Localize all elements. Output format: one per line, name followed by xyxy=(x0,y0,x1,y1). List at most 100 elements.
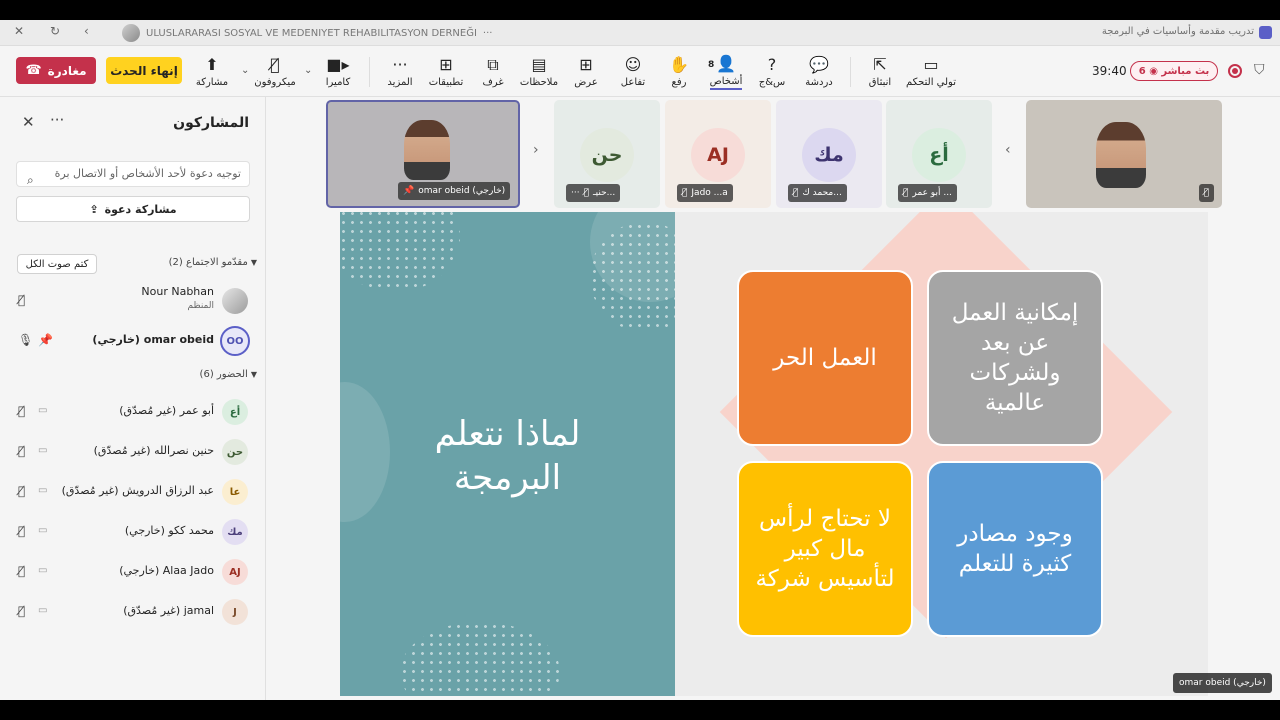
more-icon[interactable]: ··· xyxy=(571,188,580,198)
camera-off-icon: ▭ xyxy=(38,605,48,616)
apps-button[interactable]: ⊞ تطبيقات xyxy=(421,47,471,97)
mic-off-icon: 🎙̸ xyxy=(793,188,799,198)
teams-meeting-window: ✕ ↻ ‹ ULUSLARARASI SOSYAL VE MEDENIYET R… xyxy=(0,20,1280,700)
mic-off-icon: 🎙̸ xyxy=(18,444,26,458)
presenter-video xyxy=(404,120,450,180)
teams-logo-icon xyxy=(1259,26,1272,39)
meeting-toolbar: مغادرة ☎ إنهاء الحدث ⬆ مشاركة ⌄ 🎙̸ ميكرو… xyxy=(0,47,1280,97)
pin-icon[interactable]: 📌 xyxy=(38,333,53,347)
invite-search-input[interactable]: توجيه دعوة لأحد الأشخاص أو الاتصال برة ⌕ xyxy=(16,161,250,187)
slide-title-line: لماذا نتعلم xyxy=(434,414,581,454)
chevron-right-icon[interactable]: ‹ xyxy=(1005,142,1011,158)
participant-row[interactable]: مك محمد ككو (خارجي) ▭ 🎙̸ xyxy=(0,513,266,549)
smiley-icon: ☺ xyxy=(624,55,642,74)
avatar xyxy=(222,288,248,314)
mic-off-icon: 🎙̸ xyxy=(18,604,26,618)
rooms-button[interactable]: ⧉ غرف xyxy=(468,47,518,97)
presenters-header[interactable]: ▼ مقدّمو الاجتماع (2) xyxy=(169,257,257,268)
react-button[interactable]: ☺ تفاعل xyxy=(608,47,658,97)
pin-icon: 📌 xyxy=(403,186,415,196)
participant-video-tile[interactable]: AJ 🎙̸ Jado ...a xyxy=(665,100,771,208)
mic-off-icon: 🎙̸ xyxy=(270,55,280,74)
camera-button[interactable]: ■▸ كاميرا xyxy=(313,47,363,97)
mic-off-icon: 🎙̸ xyxy=(18,524,26,538)
add-app-icon: ⊞ xyxy=(439,55,453,74)
microphone-button[interactable]: 🎙̸ ميكروفون xyxy=(250,47,300,97)
people-label: أشخاص xyxy=(709,76,743,90)
back-icon[interactable]: ‹ xyxy=(84,24,89,38)
control-label: تولي التحكم xyxy=(906,77,956,88)
live-badge[interactable]: بث مباشر ◉ 6 xyxy=(1130,61,1218,81)
share-icon: ⇪ xyxy=(89,202,99,216)
participant-video-tile[interactable]: أع 🎙̸ أبو عمر ... xyxy=(886,100,992,208)
chat-icon: 💬 xyxy=(809,55,829,74)
view-label: عرض xyxy=(574,77,598,88)
share-invite-button[interactable]: مشاركة دعوة ⇪ xyxy=(16,196,250,222)
chat-button[interactable]: 💬 دردشة xyxy=(794,47,844,97)
avatar: AJ xyxy=(222,559,248,585)
chevron-left-icon[interactable]: › xyxy=(533,142,539,158)
live-label: بث مباشر xyxy=(1161,65,1210,77)
popout-button[interactable]: ⇱ انبثاق xyxy=(855,47,905,97)
close-icon[interactable]: ✕ xyxy=(14,24,24,38)
participant-row[interactable]: J jamal (غير مُصدّق) ▭ 🎙̸ xyxy=(0,593,266,629)
toolbar-divider xyxy=(850,57,851,87)
org-avatar xyxy=(122,24,140,42)
notes-button[interactable]: ▤ ملاحظات xyxy=(514,47,564,97)
mute-all-button[interactable]: كتم صوت الكل xyxy=(17,254,97,274)
refresh-icon[interactable]: ↻ xyxy=(50,24,60,38)
more-icon[interactable]: ··· xyxy=(483,28,493,39)
search-placeholder: توجيه دعوة لأحد الأشخاص أو الاتصال برة xyxy=(54,167,241,180)
slide-box-resources: وجود مصادر كثيرة للتعلم xyxy=(927,461,1103,637)
participant-row[interactable]: AJ Alaa Jado (خارجي) ▭ 🎙̸ xyxy=(0,553,266,589)
avatar: مك xyxy=(802,128,856,182)
grid-view-icon: ⊞ xyxy=(579,55,593,74)
chevron-down-icon[interactable]: ⌄ xyxy=(241,65,249,76)
live-viewer-count: 6 xyxy=(1138,65,1146,77)
participant-video-tile[interactable]: حن ··· 🎙̸ حنيـ... xyxy=(554,100,660,208)
popout-label: انبثاق xyxy=(868,77,892,88)
participant-name: Alaa Jado (خارجي) xyxy=(119,564,214,577)
close-icon[interactable]: ✕ xyxy=(22,113,35,131)
participant-role: المنظم xyxy=(187,301,214,311)
mic-off-icon: 🎙̸ xyxy=(682,188,688,198)
video-tile-name: Jado ...a xyxy=(691,188,728,198)
participant-row[interactable]: Nour Nabhan المنظم 🎙̸ xyxy=(0,282,266,318)
qa-button[interactable]: ? س&ج xyxy=(747,47,797,97)
participant-row[interactable]: حن حنين نصرالله (غير مُصدّق) ▭ 🎙̸ xyxy=(0,433,266,469)
slide-title: لماذا نتعلم البرمجة xyxy=(340,412,675,500)
participant-row[interactable]: أع أبو عمر (غير مُصدّق) ▭ 🎙̸ xyxy=(0,393,266,429)
shield-icon[interactable]: ⛉ xyxy=(1254,62,1265,78)
leave-button[interactable]: مغادرة ☎ xyxy=(16,57,96,84)
video-tile-label: 🎙̸ xyxy=(1198,184,1214,202)
take-control-button[interactable]: ▭ تولي التحكم xyxy=(904,47,958,97)
more-button[interactable]: ··· المزيد xyxy=(375,47,425,97)
search-icon: ⌕ xyxy=(27,173,34,187)
slide-box-freelance: العمل الحر xyxy=(737,270,913,446)
end-event-button[interactable]: إنهاء الحدث xyxy=(106,57,182,84)
people-icon: 8 👤 xyxy=(708,53,736,73)
hand-icon: ✋ xyxy=(669,55,689,74)
people-button[interactable]: 8 👤 أشخاص xyxy=(701,47,751,97)
raise-hand-button[interactable]: ✋ رفع xyxy=(654,47,704,97)
org-switcher[interactable]: ULUSLARARASI SOSYAL VE MEDENIYET REHABIL… xyxy=(122,24,492,42)
share-button[interactable]: ⬆ مشاركة xyxy=(187,47,237,97)
more-icon[interactable]: ··· xyxy=(50,111,64,129)
qa-label: س&ج xyxy=(758,77,786,88)
raise-label: رفع xyxy=(671,77,687,88)
chevron-down-icon: ▼ xyxy=(250,370,257,379)
chevron-down-icon[interactable]: ⌄ xyxy=(304,65,312,76)
featured-video-tile[interactable]: 📌 omar obeid (خارجي) xyxy=(326,100,520,208)
participant-video-tile[interactable]: مك 🎙̸ محمد ك... xyxy=(776,100,882,208)
share-label: مشاركة xyxy=(195,77,229,88)
view-button[interactable]: ⊞ عرض xyxy=(561,47,611,97)
notes-label: ملاحظات xyxy=(519,77,559,88)
title-bar: ✕ ↻ ‹ ULUSLARARASI SOSYAL VE MEDENIYET R… xyxy=(0,20,1280,46)
camera-off-icon: ▭ xyxy=(38,525,48,536)
attendees-header[interactable]: ▼ الحضور (6) xyxy=(200,369,257,380)
participant-row[interactable]: عا عبد الرزاق الدرويش (غير مُصدّق) ▭ 🎙̸ xyxy=(0,473,266,509)
panel-title: المشاركون xyxy=(173,115,249,131)
mic-off-icon: 🎙̸ xyxy=(18,293,26,307)
self-video-tile[interactable]: 🎙̸ xyxy=(1026,100,1222,208)
participant-row[interactable]: OO omar obeid (خارجي) 📌 🎙 xyxy=(0,322,266,358)
